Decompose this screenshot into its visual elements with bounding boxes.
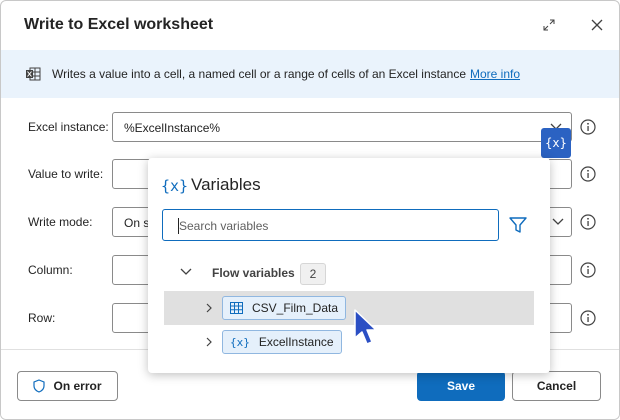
shield-icon (33, 379, 46, 393)
row-label: Row: (28, 311, 56, 325)
chevron-right-icon[interactable] (206, 303, 212, 313)
on-error-label: On error (53, 379, 102, 393)
cancel-button[interactable]: Cancel (512, 371, 601, 401)
search-placeholder: Search variables (179, 219, 269, 233)
variable-icon: {x} (161, 177, 189, 195)
save-button[interactable]: Save (417, 371, 505, 401)
filter-icon[interactable] (509, 216, 527, 234)
variable-icon: {x} (230, 335, 250, 349)
chevron-down-icon[interactable] (552, 218, 564, 226)
popup-title: Variables (191, 175, 261, 194)
write-mode-label: Write mode: (28, 215, 93, 229)
expand-button[interactable] (537, 13, 561, 37)
excel-instance-dropdown[interactable]: %ExcelInstance% (112, 112, 572, 142)
write-to-excel-dialog: Write to Excel worksheet Writes a value … (0, 0, 620, 420)
info-icon[interactable] (580, 119, 596, 135)
value-to-write-label: Value to write: (28, 167, 104, 181)
variable-chip[interactable]: CSV_Film_Data (222, 296, 347, 320)
info-banner: Writes a value into a cell, a named cell… (1, 50, 619, 98)
variable-name: CSV_Film_Data (252, 301, 339, 315)
expand-icon (543, 19, 555, 31)
search-variables-input[interactable]: Search variables (162, 209, 499, 241)
variables-popup: {x} Variables Search variables Flow vari… (148, 158, 550, 373)
more-info-link[interactable]: More info (470, 67, 520, 81)
close-icon (591, 19, 603, 31)
excel-instance-value: %ExcelInstance% (124, 121, 221, 135)
variable-chip[interactable]: {x} ExcelInstance (222, 330, 342, 354)
chevron-right-icon[interactable] (206, 337, 212, 347)
excel-icon (26, 67, 41, 81)
close-button[interactable] (585, 13, 609, 37)
flow-variables-label: Flow variables (212, 266, 295, 280)
dialog-title: Write to Excel worksheet (24, 16, 214, 33)
info-icon[interactable] (580, 214, 596, 230)
write-mode-value: On s (124, 216, 150, 230)
on-error-button[interactable]: On error (17, 371, 118, 401)
variable-row[interactable]: CSV_Film_Data (164, 291, 534, 325)
column-label: Column: (28, 263, 73, 277)
info-icon[interactable] (580, 310, 596, 326)
variable-name: ExcelInstance (258, 335, 334, 349)
info-icon[interactable] (580, 166, 596, 182)
variable-count-badge: 2 (300, 263, 326, 285)
banner-description: Writes a value into a cell, a named cell… (52, 67, 466, 81)
banner-text: Writes a value into a cell, a named cell… (52, 67, 520, 81)
insert-variable-button[interactable]: {x} (541, 128, 571, 158)
variable-row[interactable]: {x} ExcelInstance (164, 325, 534, 359)
chevron-down-icon[interactable] (180, 268, 192, 276)
info-icon[interactable] (580, 262, 596, 278)
mouse-cursor-icon (354, 309, 377, 345)
table-icon (230, 302, 243, 314)
excel-instance-label: Excel instance: (28, 120, 109, 134)
